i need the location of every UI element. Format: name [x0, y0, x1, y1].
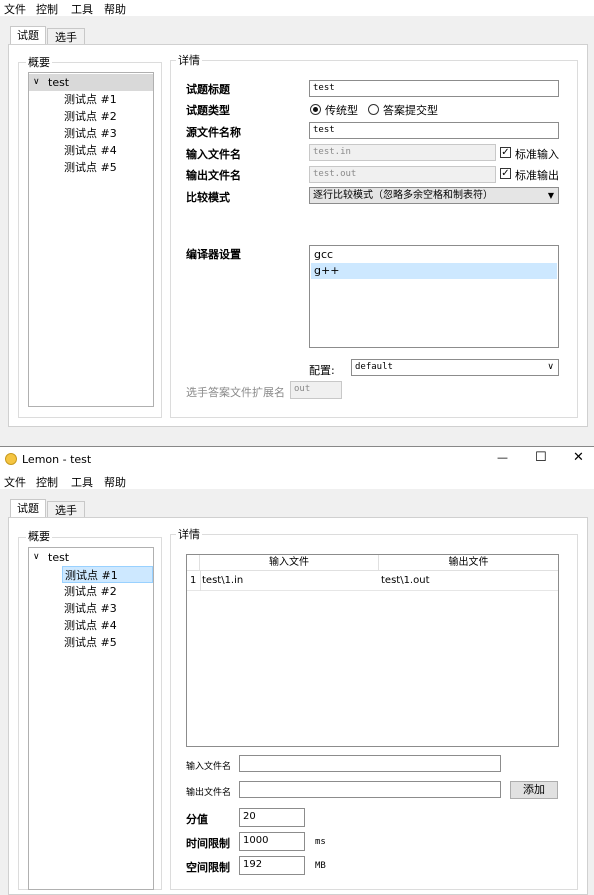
tree-root-label: test	[48, 76, 70, 89]
menu-control[interactable]: 控制	[36, 1, 58, 17]
menu-help[interactable]: 帮助	[104, 474, 126, 490]
config-label: 配置:	[309, 364, 335, 377]
output-file-field[interactable]: test.out	[309, 166, 496, 183]
time-limit-input[interactable]: 1000	[239, 832, 305, 851]
chevron-down-icon: ∨	[547, 362, 554, 372]
table-header-output[interactable]: 输出文件	[379, 555, 558, 571]
tree-view-top[interactable]: ∨ test 测试点 #1 测试点 #2 测试点 #3 测试点 #4 测试点 #…	[28, 72, 154, 407]
tree-item-5[interactable]: 测试点 #5	[64, 159, 117, 176]
input-file-label: 输入文件名	[186, 762, 232, 772]
menu-control[interactable]: 控制	[36, 474, 58, 490]
compare-label: 比较模式	[186, 191, 230, 204]
add-button[interactable]: 添加	[510, 781, 558, 799]
minimize-button[interactable]: —	[497, 451, 508, 464]
title-input[interactable]: test	[309, 80, 559, 97]
menu-bar-bottom: 文件 控制 工具 帮助	[0, 473, 594, 489]
memory-limit-label: 空间限制	[186, 861, 230, 874]
table-corner	[187, 555, 200, 571]
tree-view-bottom[interactable]: ∨ test 测试点 #1 测试点 #2 测试点 #3 测试点 #4 测试点 #…	[28, 547, 154, 890]
title-bar: Lemon - test — ☐ ✕	[0, 446, 594, 473]
score-label: 分值	[186, 813, 208, 826]
time-limit-label: 时间限制	[186, 837, 230, 850]
tree-item-4[interactable]: 测试点 #4	[64, 142, 117, 159]
radio-traditional[interactable]	[310, 104, 321, 115]
menu-bar-top: 文件 控制 工具 帮助	[0, 0, 594, 16]
menu-help[interactable]: 帮助	[104, 1, 126, 17]
window-title: Lemon - test	[22, 453, 92, 466]
menu-file[interactable]: 文件	[4, 1, 26, 17]
tree-root[interactable]: ∨ test	[29, 74, 153, 91]
title-label: 试题标题	[186, 83, 230, 96]
compiler-item-gpp[interactable]: g++	[311, 263, 557, 279]
table-header-input[interactable]: 输入文件	[200, 555, 379, 571]
menu-tools[interactable]: 工具	[71, 1, 93, 17]
compiler-label: 编译器设置	[186, 248, 241, 261]
config-select[interactable]: default ∨	[351, 359, 559, 376]
input-file-label: 输入文件名	[186, 148, 241, 161]
type-label: 试题类型	[186, 104, 230, 117]
input-file-field[interactable]: test.in	[309, 144, 496, 161]
stdout-checkbox[interactable]: ✓	[500, 168, 511, 179]
close-button[interactable]: ✕	[573, 450, 584, 465]
tab-problem[interactable]: 试题	[10, 26, 46, 46]
answer-ext-input[interactable]: out	[290, 381, 342, 399]
lemon-app-icon	[5, 453, 17, 465]
maximize-button[interactable]: ☐	[535, 450, 547, 465]
summary-label: 概要	[26, 54, 52, 70]
answer-ext-label: 选手答案文件扩展名	[186, 386, 285, 399]
compare-mode-select[interactable]: 逐行比较模式（忽略多余空格和制表符） ▼	[309, 187, 559, 204]
output-file-label: 输出文件名	[186, 788, 232, 798]
tab-problem[interactable]: 试题	[10, 499, 46, 519]
table-row[interactable]: 1 test\1.in test\1.out	[187, 571, 558, 591]
tree-root[interactable]: ∨ test	[29, 549, 153, 566]
summary-label: 概要	[26, 528, 52, 544]
row-divider	[200, 571, 201, 591]
tree-item-5[interactable]: 测试点 #5	[64, 634, 117, 651]
tree-root-label: test	[48, 551, 70, 564]
time-unit: ms	[315, 837, 326, 847]
details-label: 详情	[176, 52, 202, 68]
tree-item-3[interactable]: 测试点 #3	[64, 600, 117, 617]
row-input-file[interactable]: test\1.in	[202, 575, 243, 586]
expand-icon[interactable]: ∨	[33, 74, 40, 91]
memory-unit: MB	[315, 861, 326, 871]
tree-item-4[interactable]: 测试点 #4	[64, 617, 117, 634]
tree-item-1[interactable]: 测试点 #1	[62, 566, 153, 583]
menu-tools[interactable]: 工具	[71, 474, 93, 490]
compiler-list[interactable]: gcc g++	[309, 245, 559, 348]
source-input[interactable]: test	[309, 122, 559, 139]
compiler-item-gcc[interactable]: gcc	[311, 247, 557, 263]
dropdown-arrow-icon: ▼	[547, 191, 554, 200]
score-input[interactable]: 20	[239, 808, 305, 827]
radio-traditional-label: 传统型	[325, 104, 358, 117]
stdin-label: 标准输入	[515, 148, 559, 161]
radio-answer-label: 答案提交型	[383, 104, 438, 117]
tree-item-1[interactable]: 测试点 #1	[64, 91, 117, 108]
source-label: 源文件名称	[186, 126, 241, 139]
tree-item-2[interactable]: 测试点 #2	[64, 583, 117, 600]
stdin-checkbox[interactable]: ✓	[500, 147, 511, 158]
menu-file[interactable]: 文件	[4, 474, 26, 490]
output-file-input[interactable]	[239, 781, 501, 798]
row-output-file[interactable]: test\1.out	[381, 575, 430, 586]
tree-item-3[interactable]: 测试点 #3	[64, 125, 117, 142]
row-number: 1	[190, 575, 197, 586]
expand-icon[interactable]: ∨	[33, 549, 40, 566]
input-file-input[interactable]	[239, 755, 501, 772]
stdout-label: 标准输出	[515, 169, 559, 182]
output-file-label: 输出文件名	[186, 169, 241, 182]
testcase-table[interactable]: 输入文件 输出文件 1 test\1.in test\1.out	[186, 554, 559, 747]
memory-limit-input[interactable]: 192	[239, 856, 305, 875]
config-value: default	[355, 362, 393, 372]
details-label: 详情	[176, 526, 202, 542]
radio-answer[interactable]	[368, 104, 379, 115]
tree-item-2[interactable]: 测试点 #2	[64, 108, 117, 125]
compare-mode-value: 逐行比较模式（忽略多余空格和制表符）	[313, 190, 493, 201]
